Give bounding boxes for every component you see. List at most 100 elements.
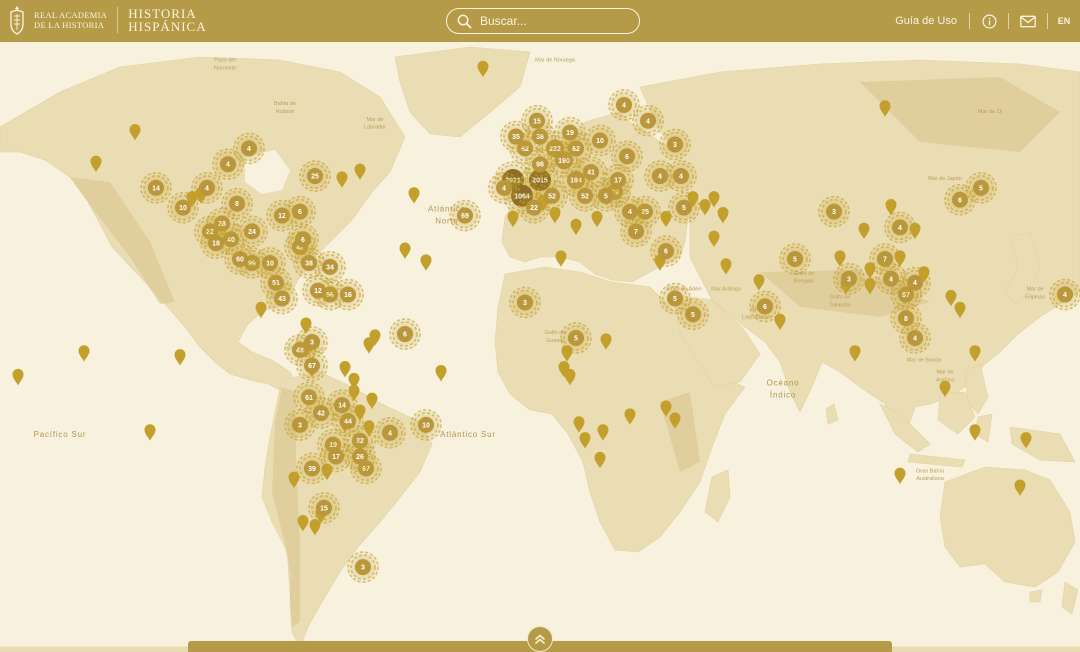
location-cluster[interactable]: 4: [898, 321, 932, 355]
user-guide-link[interactable]: Guía de Uso: [883, 15, 969, 27]
cluster-count: 6: [298, 209, 302, 216]
brand-logo[interactable]: REAL ACADEMIA DE LA HISTORIA HISTORIA HI…: [8, 4, 207, 36]
search-input[interactable]: [480, 14, 630, 28]
cluster-count: 6: [958, 197, 962, 204]
location-cluster[interactable]: 3: [508, 285, 542, 320]
world-map[interactable]: AtlánticoNorteAtlántico SurPacífico SurO…: [0, 42, 1080, 652]
cluster-count: 3: [673, 142, 677, 149]
location-cluster[interactable]: 22: [517, 190, 551, 225]
location-cluster[interactable]: 18: [199, 226, 233, 261]
cluster-count: 6: [403, 332, 407, 339]
info-icon: [982, 14, 996, 28]
map-label: Gran Bahía: [916, 468, 945, 474]
location-cluster[interactable]: 4: [487, 170, 521, 205]
language-toggle[interactable]: EN: [1048, 16, 1080, 26]
location-cluster[interactable]: 3: [283, 407, 317, 442]
location-cluster[interactable]: 16: [331, 277, 365, 312]
location-cluster[interactable]: 17: [319, 439, 353, 474]
tasmania: [1029, 589, 1043, 603]
cluster-count: 3: [847, 276, 851, 283]
location-cluster[interactable]: 4: [232, 131, 266, 166]
location-cluster[interactable]: 5: [559, 321, 593, 355]
cluster-count: 14: [338, 403, 346, 410]
cluster-count: 4: [913, 336, 917, 343]
location-cluster[interactable]: 5: [676, 297, 710, 332]
info-button[interactable]: [970, 0, 1008, 42]
location-cluster[interactable]: 3: [295, 324, 329, 359]
location-cluster[interactable]: 10: [409, 407, 443, 442]
cluster-count: 18: [212, 241, 220, 248]
location-cluster[interactable]: 4: [643, 159, 677, 194]
cluster-count: 3: [832, 209, 836, 216]
cluster-count: 4: [646, 118, 650, 125]
location-cluster[interactable]: 6: [649, 234, 683, 269]
cluster-count: 4: [898, 225, 902, 232]
cluster-count: 38: [305, 260, 313, 267]
cluster-count: 6: [763, 304, 767, 311]
site-title-line-2: HISPÁNICA: [128, 19, 207, 34]
location-cluster[interactable]: 15: [520, 103, 554, 138]
location-cluster[interactable]: 3: [346, 550, 380, 585]
cluster-count: 41: [587, 170, 595, 177]
map-label: Labrador: [364, 125, 386, 131]
location-cluster[interactable]: 3: [817, 194, 851, 229]
cluster-count: 10: [266, 260, 274, 267]
map-label: Pacífico Sur: [34, 430, 87, 439]
cluster-count: 5: [691, 312, 695, 319]
map-label: Bahía de: [274, 101, 296, 107]
location-cluster[interactable]: 3: [658, 127, 692, 162]
map-label: Mar de: [936, 370, 953, 376]
location-cluster[interactable]: 4: [190, 170, 224, 205]
cluster-count: 4: [502, 185, 506, 192]
location-cluster[interactable]: 4: [898, 265, 932, 300]
location-cluster[interactable]: 43: [265, 281, 299, 316]
location-cluster[interactable]: 14: [139, 170, 173, 205]
location-cluster[interactable]: 4: [373, 415, 407, 450]
cluster-count: 26: [356, 454, 364, 461]
cluster-count: 14: [152, 185, 160, 192]
cluster-count: 60: [236, 257, 244, 264]
expand-panel-button[interactable]: [527, 626, 553, 652]
cluster-count: 16: [344, 292, 352, 299]
location-cluster[interactable]: 6: [286, 222, 320, 257]
location-cluster[interactable]: 5: [667, 190, 701, 225]
cluster-count: 15: [320, 505, 328, 512]
mail-icon: [1020, 15, 1036, 27]
cluster-count: 4: [226, 162, 230, 169]
cluster-count: 39: [308, 466, 316, 473]
contact-button[interactable]: [1009, 0, 1047, 42]
cluster-count: 8: [235, 201, 239, 208]
cluster-count: 24: [248, 229, 256, 236]
location-cluster[interactable]: 8: [220, 186, 254, 221]
location-cluster[interactable]: 4: [883, 210, 917, 245]
location-cluster[interactable]: 6: [748, 289, 782, 324]
location-cluster[interactable]: 6: [610, 139, 644, 174]
cluster-count: 4: [622, 102, 626, 109]
search-box[interactable]: [446, 8, 640, 34]
cluster-count: 10: [179, 205, 187, 212]
location-cluster[interactable]: 5: [778, 242, 812, 276]
cluster-count: 4: [205, 185, 209, 192]
location-cluster[interactable]: 4: [631, 103, 665, 138]
location-cluster[interactable]: 6: [388, 317, 422, 352]
cluster-count: 6: [625, 154, 629, 161]
map-label: Tailandia: [829, 302, 852, 308]
brand-divider: [117, 7, 119, 33]
cluster-count: 52: [581, 193, 589, 200]
map-label: Hudson: [276, 109, 295, 115]
location-cluster[interactable]: 69: [448, 198, 482, 233]
location-cluster[interactable]: 12: [301, 273, 335, 308]
location-cluster[interactable]: 15: [307, 490, 341, 525]
map-label: Noroeste: [214, 65, 236, 71]
cluster-count: 4: [1063, 292, 1067, 299]
location-cluster[interactable]: 10: [253, 245, 287, 280]
location-cluster[interactable]: 25: [298, 159, 332, 194]
location-cluster[interactable]: 4: [613, 194, 647, 229]
location-cluster[interactable]: 14: [325, 388, 359, 423]
location-cluster[interactable]: 5: [964, 170, 998, 205]
double-chevron-up-icon: [535, 634, 545, 644]
cluster-count: 6: [301, 237, 305, 244]
location-cluster[interactable]: 3: [832, 261, 866, 296]
location-cluster[interactable]: 19: [553, 115, 587, 150]
cluster-count: 4: [679, 174, 683, 181]
